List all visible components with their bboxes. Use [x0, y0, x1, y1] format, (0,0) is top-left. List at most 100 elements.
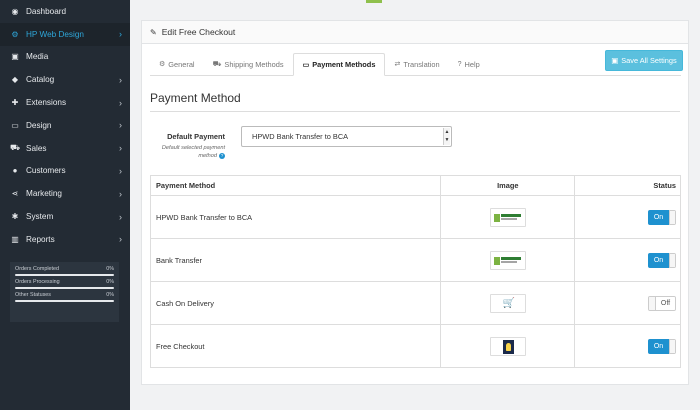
- sidebar-item-label: Catalog: [26, 75, 55, 85]
- payment-methods-table: Payment Method Image Status HPWD Bank Tr…: [149, 175, 681, 368]
- payment-method-name: Cash On Delivery: [149, 281, 442, 325]
- stat-value: 0%: [106, 279, 114, 285]
- bar-chart-icon: ▥: [11, 234, 19, 244]
- save-all-settings-button[interactable]: ▣ Save All Settings: [605, 50, 683, 71]
- info-icon[interactable]: ?: [219, 152, 225, 159]
- chevron-right-icon: ›: [119, 211, 122, 222]
- status-cell: On: [574, 195, 681, 239]
- col-header-payment-method: Payment Method: [149, 175, 442, 196]
- monitor-icon: ▭: [11, 120, 19, 130]
- kalbi-pro-logo: [489, 207, 526, 227]
- stat-orders-completed: Orders Completed 0%: [15, 266, 114, 276]
- table-header-row: Payment Method Image Status: [149, 175, 681, 196]
- chevron-right-icon: ›: [119, 29, 122, 40]
- toggle-label: On: [648, 209, 669, 225]
- toggle-label: On: [648, 338, 669, 354]
- status-toggle[interactable]: On: [648, 252, 676, 268]
- chevron-right-icon: ›: [119, 120, 122, 131]
- tab-label: Shipping Methods: [224, 59, 284, 69]
- default-payment-select[interactable]: HPWD Bank Transfer to BCA ▲ ▼: [241, 126, 452, 147]
- status-toggle[interactable]: Off: [648, 295, 676, 311]
- help-text: Default selected payment method: [161, 145, 225, 159]
- shopping-cart-icon: 🛒: [502, 297, 516, 309]
- sidebar-item-label: Extensions: [26, 98, 67, 108]
- sidebar-item-label: Design: [26, 120, 52, 130]
- sidebar-item-label: Customers: [26, 166, 66, 176]
- default-payment-label: Default Payment: [167, 132, 225, 141]
- payment-method-name: Bank Transfer: [149, 238, 442, 282]
- tab-help[interactable]: ? Help: [449, 53, 489, 75]
- sidebar-item-customers[interactable]: ● Customers ›: [0, 160, 130, 183]
- sidebar-item-catalog[interactable]: ◆ Catalog ›: [0, 68, 130, 91]
- tab-shipping-methods[interactable]: ⛟ Shipping Methods: [204, 53, 293, 75]
- tab-payment-methods[interactable]: ▭ Payment Methods: [292, 53, 386, 76]
- sidebar-item-design[interactable]: ▭ Design ›: [0, 114, 130, 137]
- select-value: HPWD Bank Transfer to BCA: [252, 132, 349, 141]
- save-icon: ▣: [611, 56, 619, 65]
- sidebar-item-dashboard[interactable]: ◉ Dashboard: [0, 0, 130, 23]
- stat-orders-processing: Orders Processing 0%: [15, 279, 114, 289]
- progress-bar: [15, 300, 114, 302]
- sidebar-item-reports[interactable]: ▥ Reports ›: [0, 228, 130, 251]
- status-indicator: [366, 0, 382, 3]
- status-cell: On: [574, 324, 681, 368]
- chevron-right-icon: ›: [119, 165, 122, 176]
- status-toggle[interactable]: On: [648, 209, 676, 225]
- stat-value: 0%: [106, 292, 114, 298]
- order-stats-box: Orders Completed 0% Orders Processing 0%…: [10, 262, 119, 322]
- sidebar-item-label: Reports: [26, 234, 55, 244]
- kalbi-pro-logo: [489, 250, 526, 270]
- status-cell: On: [574, 238, 681, 282]
- gear-icon: ✱: [11, 212, 19, 222]
- default-payment-help: Default selected payment method?: [150, 145, 225, 160]
- tab-translation[interactable]: ⇄ Translation: [385, 53, 448, 75]
- tab-general[interactable]: ⚙ General: [150, 53, 204, 75]
- sidebar-item-extensions[interactable]: ✚ Extensions ›: [0, 91, 130, 114]
- translate-icon: ⇄: [394, 61, 401, 68]
- status-toggle[interactable]: On: [648, 338, 676, 354]
- chevron-right-icon: ›: [119, 97, 122, 108]
- payment-method-name: HPWD Bank Transfer to BCA: [149, 195, 442, 239]
- payment-method-image-cell: [440, 238, 576, 282]
- payment-method-image-cell: 🛒: [440, 281, 576, 325]
- select-arrows-icon: ▲ ▼: [443, 128, 450, 145]
- sidebar-item-hp-web-design[interactable]: ⚙ HP Web Design ›: [0, 22, 130, 46]
- toggle-label: Off: [656, 296, 675, 310]
- sidebar-item-label: HP Web Design: [26, 29, 84, 39]
- share-icon: ⋖: [11, 189, 19, 199]
- stat-label: Orders Processing: [15, 279, 60, 285]
- payment-method-image-cell: [440, 195, 576, 239]
- table-row: Free Checkout On: [149, 324, 681, 368]
- toggle-knob: [669, 252, 676, 268]
- sidebar-item-label: System: [26, 212, 54, 222]
- stat-label: Orders Completed: [15, 266, 60, 272]
- tab-label: Translation: [403, 59, 440, 69]
- progress-bar: [15, 287, 114, 289]
- section-title: Payment Method: [150, 91, 680, 112]
- tab-bar: ⚙ General ⛟ Shipping Methods ▭ Payment M…: [150, 53, 681, 76]
- sidebar-item-system[interactable]: ✱ System ›: [0, 205, 130, 228]
- sidebar-item-sales[interactable]: ⛟ Sales ›: [0, 137, 130, 160]
- cogs-icon: ⚙: [11, 29, 19, 39]
- sidebar-item-media[interactable]: ▣ Media: [0, 46, 130, 69]
- sidebar-item-marketing[interactable]: ⋖ Marketing ›: [0, 182, 130, 205]
- chevron-right-icon: ›: [119, 234, 122, 245]
- progress-bar: [15, 274, 114, 276]
- save-button-label: Save All Settings: [621, 56, 677, 65]
- dashboard-icon: ◉: [11, 6, 19, 16]
- sidebar-item-label: Dashboard: [26, 6, 67, 16]
- table-row: Bank Transfer On: [149, 238, 681, 282]
- cart-icon: ⛟: [9, 143, 21, 153]
- top-strip: [130, 0, 700, 3]
- table-row: Cash On Delivery 🛒 Off: [149, 281, 681, 325]
- table-row: HPWD Bank Transfer to BCA On: [149, 195, 681, 239]
- question-icon: ?: [457, 60, 462, 68]
- payment-method-image-cell: [440, 324, 576, 368]
- stat-label: Other Statuses: [15, 292, 51, 298]
- free-checkout-image: [489, 336, 526, 356]
- tab-label: General: [168, 59, 195, 69]
- puzzle-icon: ✚: [11, 98, 19, 108]
- panel-title: Edit Free Checkout: [161, 27, 236, 37]
- user-icon: ●: [12, 166, 18, 176]
- chevron-right-icon: ›: [119, 188, 122, 199]
